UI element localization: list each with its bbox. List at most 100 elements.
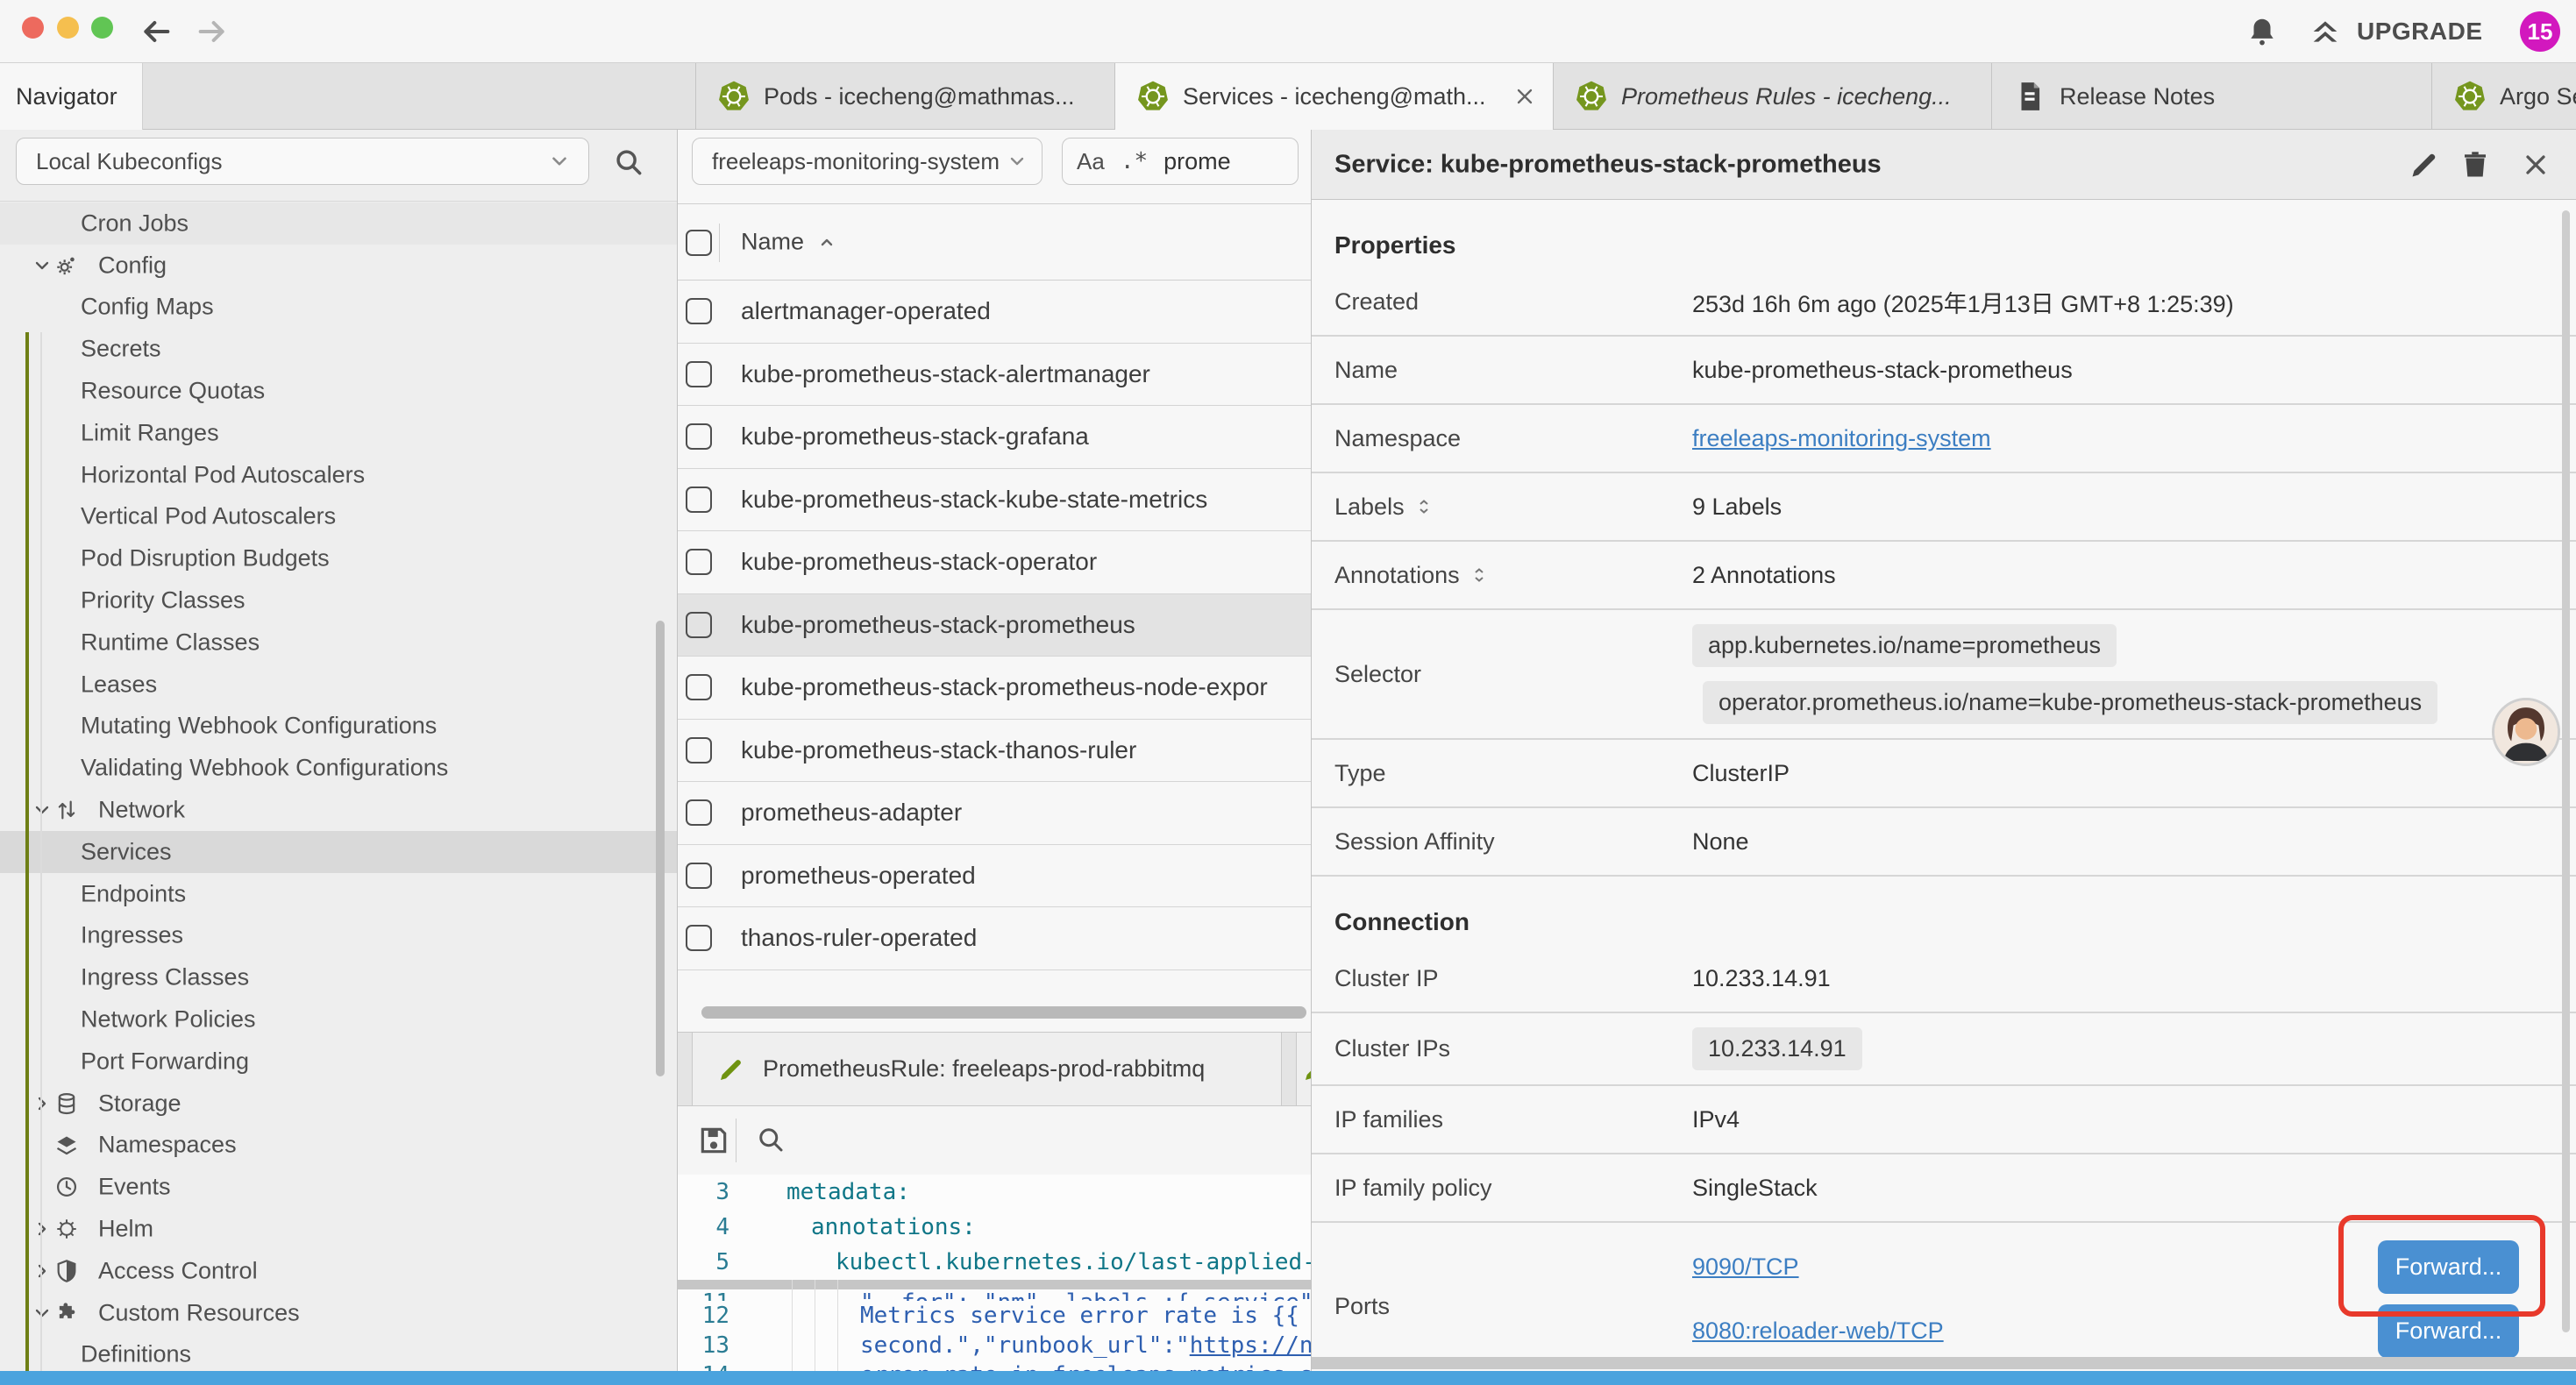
sidebar-item-services[interactable]: Services — [0, 831, 677, 873]
chevron-right-icon[interactable] — [32, 1093, 53, 1114]
tab-services[interactable]: Services - icecheng@math... — [1114, 63, 1553, 130]
table-row[interactable]: prometheus-operated — [678, 845, 1311, 908]
sidebar-item-network[interactable]: Network — [0, 789, 677, 831]
edit-pencil-icon[interactable] — [2409, 149, 2440, 181]
forward-button[interactable] — [195, 14, 230, 49]
tab-close-icon[interactable] — [1512, 84, 1537, 109]
namespace-filter-select[interactable]: freeleaps-monitoring-system — [692, 138, 1042, 185]
editor-hscrollbar[interactable] — [678, 1280, 1311, 1289]
editor-search-icon[interactable] — [755, 1124, 788, 1157]
sidebar-item-network-policies[interactable]: Network Policies — [0, 998, 677, 1041]
delete-trash-icon[interactable] — [2459, 149, 2491, 181]
sidebar-item-validating-webhook-configurations[interactable]: Validating Webhook Configurations — [0, 747, 677, 789]
sidebar-item-config-maps[interactable]: Config Maps — [0, 287, 677, 329]
editor-tab-prometheusrule[interactable]: PrometheusRule: freeleaps-prod-rabbitmq — [692, 1033, 1282, 1105]
kubeconfig-select[interactable]: Local Kubeconfigs — [16, 138, 589, 185]
sidebar-item-limit-ranges[interactable]: Limit Ranges — [0, 412, 677, 454]
notifications-bell-icon[interactable] — [2245, 15, 2279, 48]
sidebar-item-ingress-classes[interactable]: Ingress Classes — [0, 956, 677, 998]
sidebar-item-custom-resources[interactable]: Custom Resources — [0, 1292, 677, 1334]
row-checkbox[interactable] — [686, 925, 712, 951]
table-row[interactable]: kube-prometheus-stack-alertmanager — [678, 344, 1311, 407]
table-row[interactable]: prometheus-adapter — [678, 782, 1311, 845]
sort-updown-icon[interactable] — [1469, 565, 1490, 586]
table-row[interactable]: kube-prometheus-stack-prometheus — [678, 594, 1311, 657]
sidebar-item-priority-classes[interactable]: Priority Classes — [0, 579, 677, 621]
assistant-avatar[interactable] — [2492, 698, 2560, 766]
row-checkbox[interactable] — [686, 549, 712, 575]
sidebar-item-horizontal-pod-autoscalers[interactable]: Horizontal Pod Autoscalers — [0, 454, 677, 496]
detail-hscrollbar[interactable] — [1312, 1357, 2576, 1369]
yaml-editor[interactable]: 3metadata:4annotations:5kubectl.kubernet… — [678, 1175, 1311, 1385]
row-checkbox[interactable] — [686, 361, 712, 387]
sidebar-item-definitions[interactable]: Definitions — [0, 1334, 677, 1376]
table-row[interactable]: alertmanager-operated — [678, 281, 1311, 344]
sidebar-item-access-control[interactable]: Access Control — [0, 1250, 677, 1292]
resource-search-box[interactable]: Aa .* — [1062, 138, 1299, 185]
sidebar-item-events[interactable]: Events — [0, 1166, 677, 1208]
sidebar-item-ingresses[interactable]: Ingresses — [0, 915, 677, 957]
sidebar-item-runtime-classes[interactable]: Runtime Classes — [0, 621, 677, 664]
traffic-light-zoom[interactable] — [91, 17, 113, 39]
property-value[interactable]: freeleaps-monitoring-system — [1692, 425, 1991, 452]
tab-navigator[interactable]: Navigator — [0, 63, 143, 130]
table-row[interactable]: thanos-ruler-operated — [678, 907, 1311, 970]
chevron-right-icon[interactable] — [32, 1218, 53, 1239]
sidebar-item-port-forwarding[interactable]: Port Forwarding — [0, 1041, 677, 1083]
row-checkbox[interactable] — [686, 612, 712, 638]
row-checkbox[interactable] — [686, 737, 712, 764]
table-row[interactable]: kube-prometheus-stack-kube-state-metrics — [678, 469, 1311, 532]
notification-badge[interactable]: 15 — [2520, 11, 2560, 52]
namespace-link[interactable]: freeleaps-monitoring-system — [1692, 425, 1991, 451]
chevron-down-icon[interactable] — [32, 1303, 53, 1324]
resource-search-input[interactable] — [1163, 148, 1277, 175]
detail-vscrollbar[interactable] — [2562, 210, 2570, 1332]
sidebar-item-leases[interactable]: Leases — [0, 664, 677, 706]
sidebar-scrollbar[interactable] — [656, 621, 665, 1076]
table-row[interactable]: kube-prometheus-stack-grafana — [678, 406, 1311, 469]
row-checkbox[interactable] — [686, 487, 712, 513]
editor-tab-next-sliver[interactable] — [1296, 1033, 1311, 1105]
row-checkbox[interactable] — [686, 863, 712, 889]
forward-button[interactable]: Forward... — [2378, 1304, 2519, 1358]
sort-updown-icon[interactable] — [1413, 496, 1434, 517]
tab-argo[interactable]: Argo Se — [2431, 63, 2576, 130]
sidebar-item-config[interactable]: Config — [0, 245, 677, 287]
table-row[interactable]: kube-prometheus-stack-thanos-ruler — [678, 720, 1311, 783]
sidebar-item-cron-jobs[interactable]: Cron Jobs — [0, 202, 677, 245]
sidebar-item-pod-disruption-budgets[interactable]: Pod Disruption Budgets — [0, 537, 677, 579]
column-header-name[interactable]: Name — [741, 229, 837, 256]
port-link[interactable]: 8080:reloader-web/TCP — [1692, 1318, 1944, 1345]
upgrade-button[interactable]: UPGRADE — [2308, 0, 2483, 63]
traffic-light-close[interactable] — [22, 17, 44, 39]
sidebar-item-vertical-pod-autoscalers[interactable]: Vertical Pod Autoscalers — [0, 496, 677, 538]
forward-button[interactable]: Forward... — [2378, 1240, 2519, 1294]
tab-pods[interactable]: Pods - icecheng@mathmas... — [695, 63, 1114, 130]
sidebar-item-helm[interactable]: Helm — [0, 1208, 677, 1250]
close-icon[interactable] — [2520, 149, 2551, 181]
row-checkbox[interactable] — [686, 298, 712, 324]
sidebar-item-resource-quotas[interactable]: Resource Quotas — [0, 370, 677, 412]
back-button[interactable] — [139, 14, 174, 49]
table-row[interactable]: kube-prometheus-stack-prometheus-node-ex… — [678, 657, 1311, 720]
chevron-down-icon[interactable] — [32, 799, 53, 820]
save-icon[interactable] — [697, 1124, 730, 1157]
sidebar-item-endpoints[interactable]: Endpoints — [0, 873, 677, 915]
code-link[interactable]: https://net — [1190, 1332, 1311, 1359]
chevron-down-icon[interactable] — [32, 255, 53, 276]
row-checkbox[interactable] — [686, 799, 712, 826]
port-link[interactable]: 9090/TCP — [1692, 1254, 1799, 1281]
table-row[interactable]: kube-prometheus-stack-operator — [678, 531, 1311, 594]
table-hscrollbar[interactable] — [701, 1006, 1306, 1019]
sidebar-item-namespaces[interactable]: Namespaces — [0, 1125, 677, 1167]
regex-toggle[interactable]: .* — [1121, 148, 1148, 174]
tab-release[interactable]: Release Notes — [1991, 63, 2431, 130]
tab-prometheus[interactable]: Prometheus Rules - icecheng... — [1553, 63, 1991, 130]
sidebar-search-icon[interactable] — [612, 146, 645, 179]
sidebar-item-storage[interactable]: Storage — [0, 1083, 677, 1125]
sidebar-item-secrets[interactable]: Secrets — [0, 328, 677, 370]
match-case-toggle[interactable]: Aa — [1077, 148, 1105, 175]
sidebar-item-mutating-webhook-configurations[interactable]: Mutating Webhook Configurations — [0, 706, 677, 748]
chevron-right-icon[interactable] — [32, 1261, 53, 1282]
traffic-light-minimize[interactable] — [57, 17, 79, 39]
